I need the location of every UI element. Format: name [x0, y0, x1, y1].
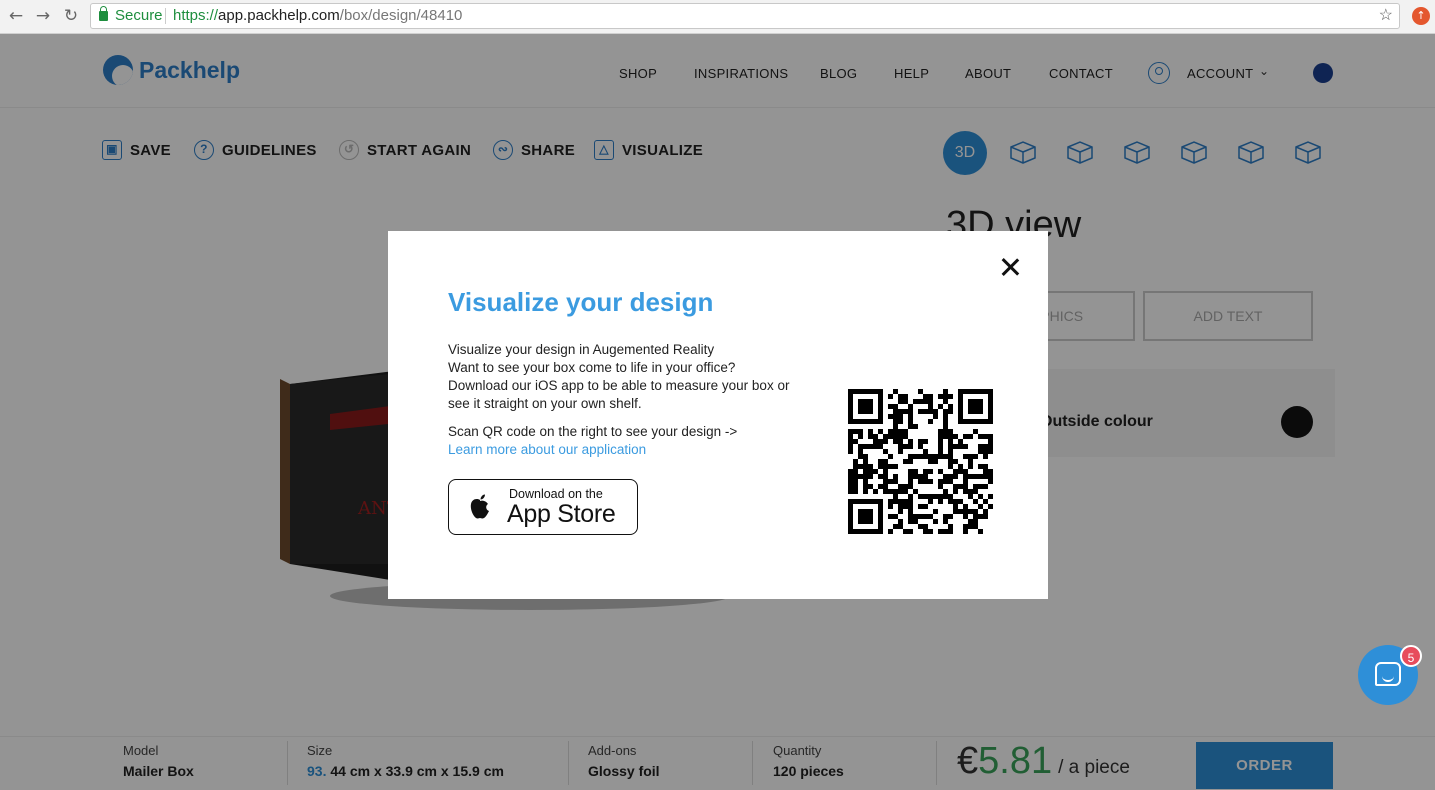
lock-icon: [99, 6, 108, 21]
modal-description: Visualize your design in Augemented Real…: [448, 341, 828, 413]
app-store-badge-button[interactable]: Download on the App Store: [448, 479, 638, 535]
browser-toolbar: ← → ↻ Secure https://app.packhelp.com/bo…: [0, 0, 1435, 34]
url-host: app.packhelp.com: [218, 7, 340, 24]
address-separator: [165, 8, 166, 24]
scan-instruction: Scan QR code on the right to see your de…: [448, 424, 738, 439]
secure-label: Secure: [115, 7, 163, 24]
appstore-small-text: Download on the: [509, 487, 603, 501]
close-icon[interactable]: [998, 255, 1022, 279]
apple-icon: [470, 494, 489, 519]
url-scheme: https://: [173, 7, 219, 24]
chat-unread-badge: 5: [1400, 645, 1422, 667]
modal-body-line: see it straight on your own shelf.: [448, 396, 642, 411]
appstore-big-text: App Store: [507, 500, 616, 528]
forward-icon[interactable]: →: [33, 6, 53, 26]
url-text[interactable]: https://app.packhelp.com/box/design/4841…: [173, 4, 462, 28]
url-path: /box/design/48410: [339, 7, 463, 24]
modal-body-line: Download our iOS app to be able to measu…: [448, 378, 790, 393]
reload-icon[interactable]: ↻: [61, 6, 81, 26]
qr-code: [848, 389, 993, 534]
extension-icon[interactable]: ↑: [1412, 7, 1430, 25]
modal-body-line: Visualize your design in Augemented Real…: [448, 342, 715, 357]
modal-title: Visualize your design: [448, 287, 714, 317]
modal-body-line: Want to see your box come to life in you…: [448, 360, 736, 375]
back-icon[interactable]: ←: [6, 6, 26, 26]
visualize-modal: Visualize your design Visualize your des…: [388, 231, 1048, 599]
star-icon[interactable]: ☆: [1379, 4, 1393, 28]
learn-more-link[interactable]: Learn more about our application: [448, 441, 646, 459]
address-bar[interactable]: Secure https://app.packhelp.com/box/desi…: [90, 3, 1400, 29]
chat-bubble-icon: [1375, 662, 1401, 686]
